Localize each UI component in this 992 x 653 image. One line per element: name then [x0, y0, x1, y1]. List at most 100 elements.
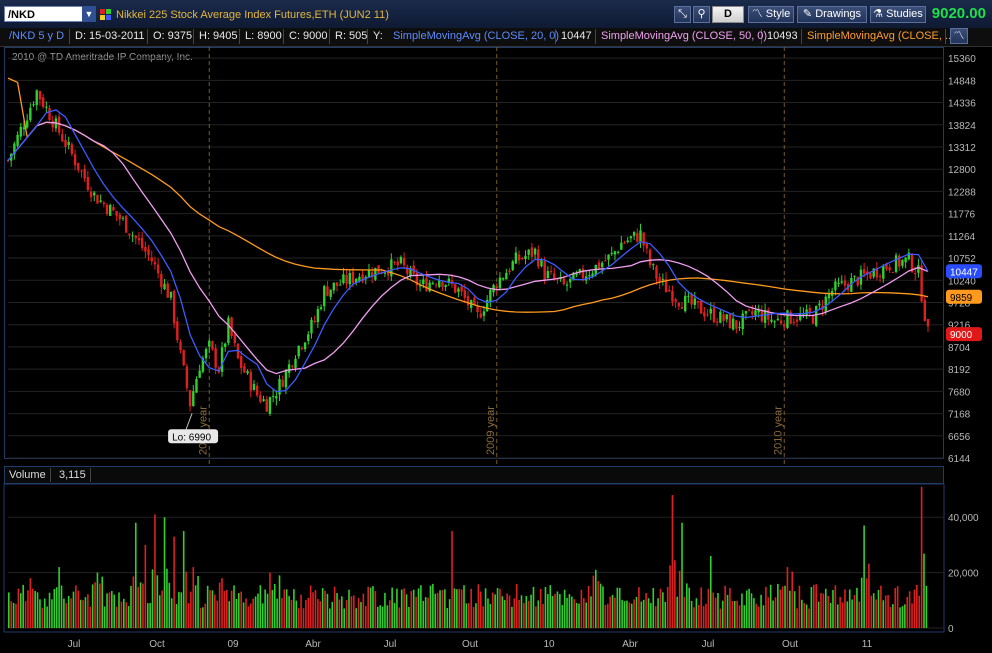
volume-bar — [408, 606, 410, 628]
price-tick-label: 7168 — [948, 410, 971, 421]
chevron-down-icon[interactable]: ▼ — [82, 6, 96, 22]
volume-bar — [813, 584, 815, 628]
link-icon[interactable]: ⚲ — [693, 6, 710, 23]
price-tick-label: 12800 — [948, 165, 976, 176]
volume-bar — [379, 605, 381, 628]
style-button[interactable]: 〽 Style — [748, 6, 794, 23]
volume-bar — [767, 597, 770, 628]
link-grid-icon[interactable] — [100, 9, 112, 21]
volume-bar — [731, 601, 734, 628]
price-tick-label: 14336 — [948, 99, 976, 110]
volume-bar — [786, 567, 789, 628]
fit-icon[interactable]: ⤡ — [674, 6, 691, 23]
volume-bar — [166, 568, 168, 628]
volume-bar — [549, 585, 552, 628]
volume-bar — [329, 608, 331, 628]
volume-bar — [640, 601, 643, 628]
volume-bar — [96, 572, 99, 628]
volume-bar — [535, 606, 537, 628]
volume-bar — [412, 589, 415, 628]
volume-bar — [422, 600, 425, 628]
volume-bar — [77, 590, 80, 628]
volume-bar — [638, 587, 640, 628]
volume-bar — [247, 606, 250, 628]
volume-bar — [360, 602, 362, 628]
x-tick-label: Jul — [702, 639, 715, 650]
volume-bar — [923, 553, 925, 628]
volume-bar — [456, 589, 458, 628]
low-value: L: 8900 — [242, 29, 284, 44]
volume-bar — [784, 585, 786, 628]
volume-bar — [774, 597, 777, 628]
price-label-tag — [946, 264, 982, 279]
volume-bar — [537, 600, 540, 628]
period-label[interactable]: /NKD 5 y D — [6, 29, 70, 44]
aggregation-button[interactable]: D — [712, 6, 744, 23]
volume-bar — [417, 588, 420, 628]
volume-bar — [345, 600, 348, 628]
drawings-button[interactable]: ✎ Drawings — [797, 6, 867, 23]
volume-bar — [880, 585, 882, 628]
volume-bar — [381, 606, 384, 628]
volume-bar — [297, 608, 300, 628]
volume-bar — [508, 595, 511, 628]
volume-bar — [276, 598, 278, 628]
volume-bar — [499, 588, 501, 628]
volume-bar — [190, 591, 192, 628]
volume-bar — [132, 576, 135, 628]
volume-bar — [441, 590, 444, 628]
volume-bar — [748, 588, 750, 628]
volume-bar — [896, 586, 899, 628]
volume-bar — [194, 585, 197, 628]
volume-bar — [269, 572, 271, 628]
volume-bar — [487, 598, 489, 628]
volume-bar — [482, 606, 484, 628]
volume-bar — [709, 556, 712, 628]
volume-bar — [206, 585, 209, 628]
x-tick-label: Jul — [384, 639, 397, 650]
volume-bar — [820, 593, 822, 628]
volume-label[interactable]: Volume — [5, 468, 51, 482]
volume-bar — [249, 603, 252, 628]
sma20-label[interactable]: SimpleMovingAvg (CLOSE, 20, 0) — [390, 29, 559, 44]
volume-bar — [163, 517, 166, 628]
volume-bar — [101, 576, 104, 628]
volume-bar — [465, 603, 468, 628]
x-tick-label: Abr — [622, 639, 638, 650]
volume-bar — [700, 587, 702, 628]
volume-bar — [242, 602, 245, 628]
volume-bar — [115, 606, 118, 628]
volume-bar — [264, 589, 266, 628]
volume-bar — [887, 595, 889, 628]
studies-button[interactable]: ⚗ Studies — [870, 6, 926, 23]
volume-bar — [707, 588, 710, 628]
volume-bar — [178, 591, 180, 628]
chart-settings-icon[interactable]: 〽 — [950, 28, 968, 44]
sma50-label[interactable]: SimpleMovingAvg (CLOSE, 50, 0) — [598, 29, 767, 44]
price-tick-label: 13312 — [948, 143, 976, 154]
volume-bar — [729, 588, 731, 628]
volume-bar — [892, 604, 894, 628]
volume-bar — [357, 598, 360, 628]
volume-bar — [233, 585, 235, 628]
volume-bar — [46, 606, 48, 628]
sma200-label[interactable]: SimpleMovingAvg (CLOSE, ... — [804, 29, 954, 44]
volume-bar — [427, 597, 429, 628]
price-tick-label: 9728 — [948, 298, 971, 309]
volume-bar — [520, 595, 523, 628]
volume-bar — [60, 585, 63, 628]
volume-bar — [15, 603, 17, 628]
volume-bar — [118, 592, 120, 628]
price-label-text: 9859 — [950, 293, 973, 304]
volume-bar — [84, 597, 87, 628]
volume-bar — [836, 604, 839, 628]
volume-bar — [254, 596, 257, 628]
volume-bar — [314, 590, 317, 628]
flask-icon: ⚗ — [873, 8, 884, 20]
volume-bar — [544, 586, 547, 628]
volume-bar — [719, 608, 722, 628]
volume-bar — [542, 603, 544, 628]
volume-bar — [305, 600, 307, 628]
volume-bar — [158, 595, 161, 628]
volume-bar — [257, 593, 259, 628]
